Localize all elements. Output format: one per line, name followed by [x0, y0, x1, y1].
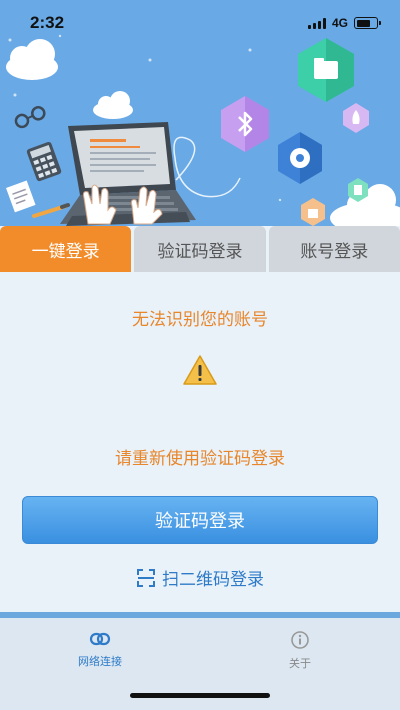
folder-hexagon-icon [298, 38, 354, 102]
calculator-icon [26, 141, 62, 182]
battery-icon [354, 17, 381, 29]
nav-label-about: 关于 [289, 657, 311, 670]
qr-login-label: 扫二维码登录 [162, 570, 264, 590]
network-type: 4G [331, 16, 348, 30]
link-icon [89, 632, 111, 646]
rocket-hexagon-icon [343, 103, 369, 133]
account-unrecognized-message: 无法识别您的账号 [132, 310, 268, 330]
qr-login-link[interactable]: 扫二维码登录 [0, 565, 400, 590]
tab-account-login[interactable]: 账号登录 [268, 226, 400, 272]
glasses-icon [14, 106, 46, 129]
retry-hint-message: 请重新使用验证码登录 [115, 449, 285, 469]
disc-hexagon-icon [278, 132, 322, 184]
status-time: 2:32 [30, 13, 65, 32]
info-icon [291, 631, 309, 649]
nav-label-network: 网络连接 [78, 655, 122, 668]
pencil-icon [32, 203, 70, 218]
bluetooth-hexagon-icon [221, 96, 269, 152]
warning-icon [183, 355, 217, 385]
laptop-icon [60, 122, 196, 226]
home-indicator[interactable] [130, 693, 270, 698]
login-content: 无法识别您的账号 请重新使用验证码登录 验证码登录 扫二维码登录 [0, 272, 400, 612]
tab-sms-code-login[interactable]: 验证码登录 [134, 226, 266, 272]
sms-code-login-button[interactable]: 验证码登录 [22, 496, 378, 544]
login-tabs: 一键登录 验证码登录 账号登录 [0, 226, 400, 272]
tab-one-click-login[interactable]: 一键登录 [0, 226, 132, 272]
scan-icon [137, 568, 155, 587]
notepad-icon [6, 180, 36, 213]
status-bar: 2:32 4G [0, 0, 400, 46]
status-indicators: 4G [307, 16, 381, 30]
signal-icon [307, 17, 326, 29]
lock-hexagon-icon [301, 198, 325, 226]
